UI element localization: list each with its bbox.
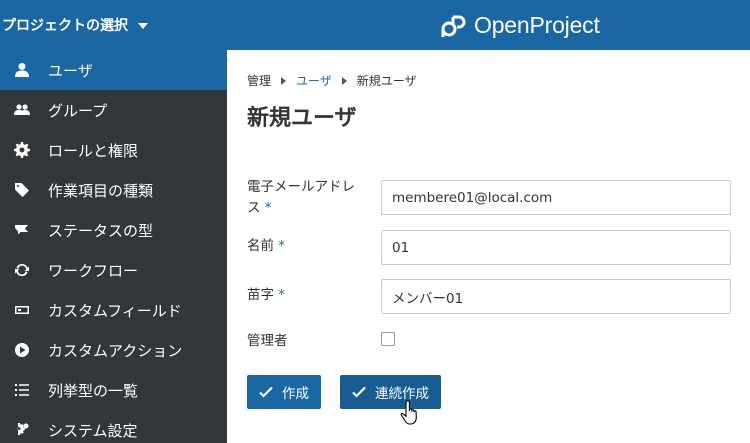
sidebar-item-label: カスタムフィールド <box>48 301 182 320</box>
sidebar-item-label: ユーザ <box>48 61 93 80</box>
list-icon <box>0 382 44 398</box>
create-and-continue-button[interactable]: 連続作成 <box>340 375 441 409</box>
user-icon <box>0 62 44 78</box>
admin-label: 管理者 <box>247 333 288 349</box>
sidebar-item-label: システム設定 <box>48 421 138 440</box>
settings-icon <box>0 422 44 438</box>
breadcrumb-separator-icon <box>281 76 287 85</box>
required-mark: * <box>278 238 286 254</box>
email-field[interactable]: membere01@local.com <box>381 180 731 215</box>
email-label-line1: 電子メールアドレ <box>247 179 355 195</box>
breadcrumb: 管理 ユーザ 新規ユーザ <box>247 72 417 89</box>
main-content: 管理 ユーザ 新規ユーザ 新規ユーザ 電子メールアドレ ス * membere0… <box>227 50 750 443</box>
sidebar-item-system-settings[interactable]: システム設定 <box>0 410 227 443</box>
top-header: プロジェクトの選択 OpenProject <box>0 0 750 50</box>
name-label-text: 名前 <box>247 238 274 254</box>
sidebar-item-custom-actions[interactable]: カスタムアクション <box>0 330 227 370</box>
breadcrumb-separator-icon <box>341 76 347 85</box>
sidebar-item-label: カスタムアクション <box>48 341 183 360</box>
breadcrumb-root[interactable]: 管理 <box>247 72 271 89</box>
openproject-logo[interactable]: OpenProject <box>440 0 600 50</box>
sidebar-item-label: ステータスの型 <box>48 221 154 240</box>
sidebar-item-custom-fields[interactable]: カスタムフィールド <box>0 290 227 330</box>
sidebar-item-enumerations[interactable]: 列挙型の一覧 <box>0 370 227 410</box>
email-label: 電子メールアドレ ス * <box>247 177 355 219</box>
project-select-dropdown[interactable]: プロジェクトの選択 <box>0 0 148 50</box>
caret-down-icon <box>138 23 148 29</box>
sidebar-item-roles[interactable]: ロールと権限 <box>0 130 227 170</box>
group-icon <box>0 102 44 118</box>
hand-cursor-icon <box>400 400 417 425</box>
play-icon <box>0 342 44 358</box>
openproject-logo-icon <box>441 15 466 37</box>
sidebar-item-types[interactable]: 作業項目の種類 <box>0 170 227 210</box>
name-label: 名前 * <box>247 236 285 257</box>
cycle-icon <box>0 262 44 278</box>
sidebar-item-label: ロールと権限 <box>48 141 139 160</box>
sidebar-item-users[interactable]: ユーザ <box>0 50 227 90</box>
sidebar-item-label: グループ <box>48 101 108 120</box>
admin-checkbox[interactable] <box>381 332 395 346</box>
sidebar-item-statuses[interactable]: ステータスの型 <box>0 210 227 250</box>
sidebar-item-groups[interactable]: グループ <box>0 90 227 130</box>
required-mark: * <box>278 287 286 303</box>
surname-label: 苗字 * <box>247 285 285 306</box>
required-mark: * <box>264 200 272 216</box>
breadcrumb-parent-link[interactable]: ユーザ <box>296 72 332 89</box>
sidebar-item-label: 作業項目の種類 <box>48 181 154 200</box>
logo-text: OpenProject <box>474 11 600 38</box>
flag-icon <box>0 222 44 238</box>
project-select-label: プロジェクトの選択 <box>2 18 128 34</box>
admin-sidebar: ユーザ グループ ロールと権限 作業項目の種類 ステータスの型 ワークフロー カ… <box>0 50 227 443</box>
surname-field[interactable]: メンバー01 <box>381 279 731 314</box>
create-button-label: 作成 <box>282 386 309 402</box>
checkmark-icon <box>259 385 273 399</box>
sidebar-item-label: 列挙型の一覧 <box>48 381 139 400</box>
tag-icon <box>0 182 44 198</box>
name-field[interactable]: 01 <box>381 230 731 265</box>
create-button[interactable]: 作成 <box>247 375 321 409</box>
gear-icon <box>0 142 44 158</box>
custom-field-icon <box>0 302 44 318</box>
sidebar-item-label: ワークフロー <box>48 261 139 280</box>
email-label-line2: ス <box>247 200 261 216</box>
sidebar-item-workflow[interactable]: ワークフロー <box>0 250 227 290</box>
breadcrumb-current: 新規ユーザ <box>356 74 417 88</box>
create-and-continue-button-label: 連続作成 <box>375 386 429 402</box>
page-title: 新規ユーザ <box>247 106 357 131</box>
checkmark-icon <box>352 385 366 399</box>
surname-label-text: 苗字 <box>247 287 274 303</box>
